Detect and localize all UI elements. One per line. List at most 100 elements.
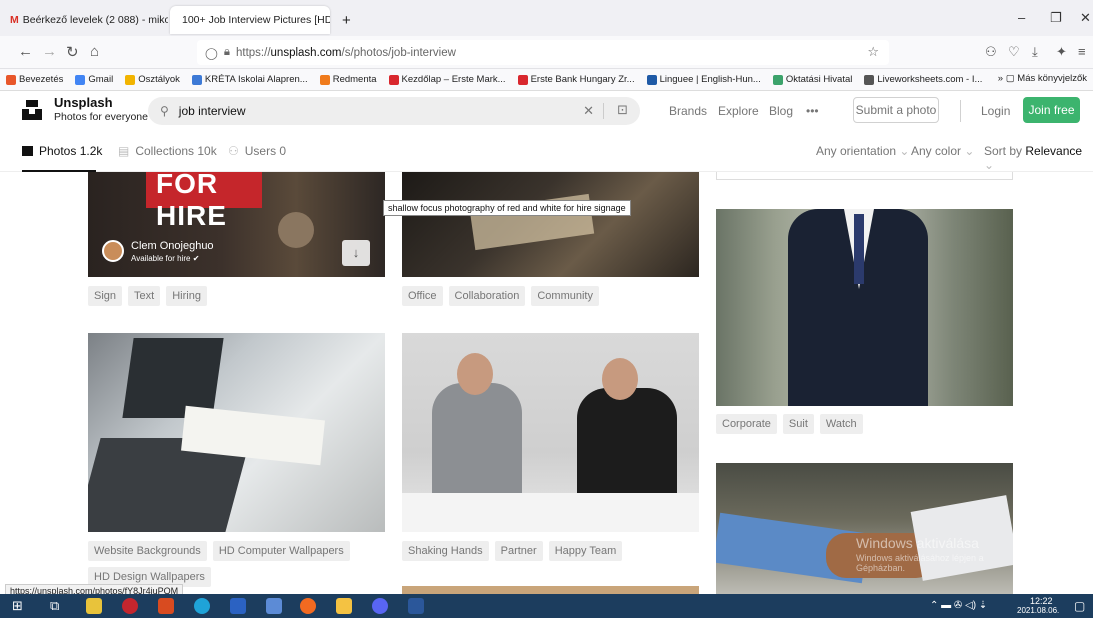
filter-label: Any color xyxy=(911,144,962,158)
edge-icon[interactable] xyxy=(194,598,210,614)
brand-name[interactable]: Unsplash xyxy=(54,95,113,110)
bookmark-item[interactable]: KRÉTA Iskolai Alapren... xyxy=(191,74,308,85)
nav-blog[interactable]: Blog xyxy=(769,104,793,118)
close-window-icon[interactable]: ✕ xyxy=(1080,10,1091,26)
reload-icon[interactable]: ↻ xyxy=(66,43,79,61)
color-filter[interactable]: Any color ⌄ xyxy=(911,144,974,158)
forward-icon[interactable]: → xyxy=(42,43,57,60)
bookmark-item[interactable]: Osztályok xyxy=(125,74,180,85)
tag-chip[interactable]: Corporate xyxy=(716,414,777,434)
search-input[interactable]: ⚲ job interview ✕ ⊡ xyxy=(148,97,640,125)
windows-taskbar: ⊞ ⧉ ⌃ ▬ ✇ ◁) ⇣ 12:22 2021.08.06. ▢ xyxy=(0,594,1093,618)
address-bar[interactable]: ◯ 🔒︎ https://unsplash.com/s/photos/job-i… xyxy=(197,40,889,65)
app-icon[interactable] xyxy=(122,598,138,614)
word-icon[interactable] xyxy=(408,598,424,614)
back-icon[interactable]: ← xyxy=(18,43,33,60)
store-icon[interactable] xyxy=(86,598,102,614)
app-icon[interactable] xyxy=(158,598,174,614)
tag-chip[interactable]: Suit xyxy=(782,414,814,434)
search-icon: ⚲ xyxy=(160,104,169,118)
menu-icon[interactable]: ≡ xyxy=(1078,44,1086,59)
extension-icon[interactable]: ✦ xyxy=(1056,44,1067,60)
restore-icon[interactable]: ❐ xyxy=(1050,10,1062,26)
tag-chip[interactable]: Collaboration xyxy=(448,286,526,306)
users-icon: ⚇ xyxy=(228,144,239,158)
collection-card[interactable] xyxy=(716,172,1013,180)
photo-for-hire-sign[interactable]: FOR HIRE Clem Onojeghuo Available for hi… xyxy=(88,172,385,277)
notifications-icon[interactable]: ▢ xyxy=(1074,599,1085,613)
tab-users[interactable]: ⚇ Users 0 xyxy=(228,144,286,158)
tag-chip[interactable]: Partner xyxy=(494,541,543,561)
bookmark-star-icon[interactable]: ☆ xyxy=(867,44,879,60)
app-icon[interactable] xyxy=(266,598,282,614)
tab-collections[interactable]: ▤ Collections 10k xyxy=(118,144,217,158)
photo-suit-man[interactable] xyxy=(716,209,1013,406)
tag-chip[interactable]: Office xyxy=(402,286,443,306)
other-bookmarks[interactable]: » ▢ Más könyvjelzők xyxy=(998,73,1087,84)
discord-icon[interactable] xyxy=(372,598,388,614)
minimize-icon[interactable]: – xyxy=(1018,10,1025,25)
bookmarks-bar: Bevezetés Gmail Osztályok KRÉTA Iskolai Ala… xyxy=(0,69,1093,91)
author-name[interactable]: Clem Onojeghuo xyxy=(131,240,214,252)
bookmark-item[interactable]: Liveworksheets.com - I... xyxy=(864,74,982,85)
tab-gmail[interactable]: M Beérkező levelek (2 088) - miko × xyxy=(2,6,168,34)
bookmark-item[interactable]: Gmail xyxy=(75,74,113,85)
photo-shaking-hands[interactable] xyxy=(402,333,699,532)
file-explorer-icon[interactable] xyxy=(336,598,352,614)
tag-chip[interactable]: Hiring xyxy=(166,286,207,306)
chevron-down-icon: ⌄ xyxy=(899,144,910,158)
new-tab-button[interactable]: + xyxy=(334,6,358,34)
clock-time[interactable]: 12:22 xyxy=(1030,596,1053,606)
photo-laptop-desk[interactable] xyxy=(88,333,385,532)
bookmark-item[interactable]: Linguee | English-Hun... xyxy=(646,74,761,85)
bookmark-label: Oktatási Hivatal xyxy=(785,74,853,85)
tag-chip[interactable]: Website Backgrounds xyxy=(88,541,207,561)
windows-start-icon[interactable]: ⊞ xyxy=(12,598,28,614)
photo-office-desk[interactable] xyxy=(402,172,699,277)
tray-icons[interactable]: ⌃ ▬ ✇ ◁) ⇣ xyxy=(930,600,987,611)
task-view-icon[interactable]: ⧉ xyxy=(50,598,66,614)
tab-photos[interactable]: Photos 1.2k xyxy=(22,144,102,158)
tag-chip[interactable]: Community xyxy=(531,286,599,306)
sort-filter[interactable]: Sort by Relevance ⌄ xyxy=(984,144,1093,172)
tag-chip[interactable]: Sign xyxy=(88,286,123,306)
app-icon[interactable] xyxy=(230,598,246,614)
collections-icon: ▤ xyxy=(118,144,130,158)
tag-chip[interactable]: Shaking Hands xyxy=(402,541,489,561)
download-button[interactable]: ↓ xyxy=(342,240,370,266)
bookmark-item[interactable]: Kezdőlap – Erste Mark... xyxy=(388,74,506,85)
clear-search-icon[interactable]: ✕ xyxy=(583,103,594,119)
avatar[interactable] xyxy=(102,240,124,262)
bookmark-item[interactable]: Oktatási Hivatal xyxy=(772,74,853,85)
pocket-icon[interactable]: ♡ xyxy=(1008,44,1020,60)
more-menu-icon[interactable]: ••• xyxy=(806,104,819,118)
bookmark-item[interactable]: Redmenta xyxy=(319,74,377,85)
tag-chip[interactable]: HD Computer Wallpapers xyxy=(212,541,350,561)
nav-brands[interactable]: Brands xyxy=(669,104,707,118)
person-left-shape xyxy=(432,383,522,493)
clock-date[interactable]: 2021.08.06. xyxy=(1017,606,1059,615)
bookmark-item[interactable]: Bevezetés xyxy=(6,74,63,85)
download-icon[interactable]: ⤓ xyxy=(1032,44,1038,60)
join-free-button[interactable]: Join free xyxy=(1023,97,1080,123)
nav-explore[interactable]: Explore xyxy=(718,104,759,118)
photo-handshake-closeup[interactable]: Windows aktiválása Windows aktiválásához… xyxy=(716,463,1013,594)
tag-chip[interactable]: Text xyxy=(128,286,161,306)
bookmark-item[interactable]: Erste Bank Hungary Zr... xyxy=(517,74,635,85)
visual-search-icon[interactable]: ⊡ xyxy=(617,102,628,118)
filter-label: Any orientation xyxy=(816,144,897,158)
tag-chip[interactable]: Happy Team xyxy=(548,541,623,561)
firefox-icon[interactable] xyxy=(300,598,316,614)
search-value[interactable]: job interview xyxy=(179,104,246,118)
orientation-filter[interactable]: Any orientation ⌄ xyxy=(816,144,909,158)
unsplash-logo-icon[interactable] xyxy=(20,98,44,122)
photo-next[interactable] xyxy=(402,586,699,594)
tag-chip[interactable]: Watch xyxy=(819,414,863,434)
account-icon[interactable]: ⚇ xyxy=(985,44,997,60)
submit-photo-button[interactable]: Submit a photo xyxy=(853,97,939,123)
login-link[interactable]: Login xyxy=(981,104,1010,118)
sign-text: FOR HIRE xyxy=(156,172,227,231)
bookmark-label: Kezdőlap – Erste Mark... xyxy=(401,74,506,85)
tab-unsplash[interactable]: 100+ Job Interview Pictures [HD × xyxy=(170,6,330,34)
home-icon[interactable]: ⌂ xyxy=(90,43,99,60)
